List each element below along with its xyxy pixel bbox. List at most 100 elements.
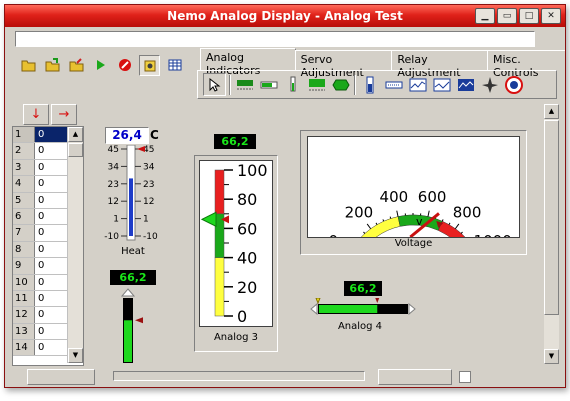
thermo-tick-label-left: 34: [108, 162, 120, 172]
title-bar[interactable]: Nemo Analog Display - Analog Test ▁ ▭ □ …: [5, 5, 565, 27]
main-scroll-up-icon[interactable]: ▲: [544, 104, 559, 119]
thermometer-label: Heat: [121, 246, 145, 257]
voltage-tick: [366, 223, 372, 230]
row-index: 2: [13, 143, 35, 159]
settings-icon[interactable]: [139, 55, 160, 76]
analog3-meter: 100 80 60 40 20 0: [200, 161, 268, 326]
arrow-right-icon[interactable]: →: [51, 104, 77, 125]
panel-icon[interactable]: [306, 74, 327, 95]
progress-bar-icon[interactable]: [258, 74, 279, 95]
maximize-icon[interactable]: □: [519, 8, 539, 24]
tab-servo-adjustment[interactable]: Servo Adjustment: [294, 50, 393, 79]
row-index: 1: [13, 127, 35, 143]
analog3-band: [214, 169, 225, 215]
thermo-tick-label-right: 23: [143, 180, 154, 190]
bottom-button-left[interactable]: [27, 369, 95, 385]
thermometer-unit: C: [150, 128, 159, 142]
voltage-tick: [382, 219, 385, 222]
main-window: Nemo Analog Display - Analog Test ▁ ▭ □ …: [4, 4, 566, 388]
grid-scrollbar[interactable]: ▲ ▼: [67, 127, 83, 363]
row-index: 3: [13, 159, 35, 176]
stop-icon[interactable]: [115, 55, 134, 74]
chart-icon[interactable]: [407, 74, 428, 95]
analog4-lcd: 66,2: [344, 281, 382, 296]
main-scroll-down-icon[interactable]: ▼: [544, 349, 559, 364]
voltage-tick-label: 400: [380, 188, 409, 206]
bar-meter: [120, 288, 143, 363]
thermo-tick-label-right: 12: [143, 197, 154, 207]
thermometer-icon[interactable]: [282, 74, 303, 95]
thermo-tick-label-left: 45: [108, 145, 119, 155]
restore-icon[interactable]: ▭: [497, 8, 517, 24]
bottom-bar: [5, 367, 565, 387]
row-index: 4: [13, 176, 35, 192]
row-index: 10: [13, 274, 35, 290]
vertical-meter-icon[interactable]: [359, 74, 380, 95]
analog3-tick-label: 80: [237, 190, 257, 209]
chart3-icon[interactable]: [455, 74, 476, 95]
grid-scroll-thumb[interactable]: [68, 143, 83, 157]
row-index: 5: [13, 192, 35, 208]
import-icon[interactable]: [67, 55, 86, 74]
bar-meter-lcd: 66,2: [110, 270, 156, 285]
chart2-icon[interactable]: [431, 74, 452, 95]
close-icon[interactable]: ✕: [541, 8, 561, 24]
scroll-up-icon[interactable]: ▲: [68, 127, 83, 142]
voltage-tick-label: 200: [345, 204, 374, 222]
thermometer-readout: 26,4: [105, 127, 149, 144]
analog3-label: Analog 3: [213, 332, 259, 343]
thermo-tick-label-right: 1: [143, 215, 149, 225]
voltage-tick: [460, 231, 463, 234]
minimize-icon[interactable]: ▁: [475, 8, 495, 24]
compass-icon[interactable]: [479, 74, 500, 95]
tab-misc-controls[interactable]: Misc. Controls: [486, 50, 565, 79]
tab-analog-indicators[interactable]: Analog Indicators: [200, 48, 296, 77]
arrow-down-icon[interactable]: ↓: [23, 104, 49, 125]
analog3-panel: 100 80 60 40 20 0 Analog 3: [194, 155, 278, 352]
pointer-icon[interactable]: [203, 73, 226, 96]
row-index: 7: [13, 225, 35, 241]
row-index: 9: [13, 258, 35, 274]
analog3-tick-label: 40: [237, 249, 257, 268]
analog3-tick-label: 0: [237, 307, 247, 326]
main-toolbar: [19, 55, 184, 76]
scroll-down-icon[interactable]: ▼: [68, 348, 83, 363]
open-folder-icon[interactable]: [19, 55, 38, 74]
bottom-checkbox[interactable]: [459, 371, 471, 383]
grid-icon[interactable]: [165, 55, 184, 74]
play-icon[interactable]: [91, 55, 110, 74]
analog3-lcd: 66,2: [214, 134, 256, 149]
main-scrollbar[interactable]: ▲ ▼: [544, 104, 559, 364]
voltage-panel: 02004006008001000 v Voltage: [300, 130, 527, 255]
voltage-tick: [389, 216, 392, 219]
voltage-tick: [375, 222, 378, 225]
thermo-tick-label-left: 12: [108, 197, 119, 207]
thermo-tick-label-right: -10: [143, 232, 158, 242]
thermo-tick-label-left: 23: [108, 180, 119, 190]
voltage-band: [437, 220, 466, 237]
voltage-tick-label: 0: [329, 232, 339, 237]
status-field: [15, 31, 535, 47]
grid-arrow-buttons: ↓ →: [23, 104, 77, 125]
voltage-dial: 02004006008001000 v: [329, 188, 512, 237]
display-canvas: 26,4 C 45 45 34 34 23 23 12 12 1 1 -10 -10 Heat 66,…: [87, 100, 545, 363]
analog4-label: Analog 4: [337, 321, 383, 332]
tab-relay-adjustment[interactable]: Relay Adjustment: [391, 50, 488, 79]
led-icon[interactable]: [330, 74, 351, 95]
row-index: 13: [13, 323, 35, 340]
row-index: 14: [13, 340, 35, 356]
analog3-band: [214, 257, 225, 317]
thermo-tick-label-right: 34: [143, 162, 155, 172]
dial-icon[interactable]: [503, 74, 524, 95]
row-index: 6: [13, 208, 35, 225]
row-index: 12: [13, 307, 35, 323]
value-grid[interactable]: 1 0 2 0 3 0 4 0 5 0 6 0 7 0 8 0 9 0 10 0 11 0 12 0 13 0 14 0 ▲ ▼: [12, 126, 84, 366]
digit-display-icon[interactable]: [234, 74, 255, 95]
thermometer: 45 4534 3423 2312 121 1-10 -10: [104, 145, 158, 242]
main-scroll-thumb[interactable]: [544, 120, 559, 315]
export-icon[interactable]: [43, 55, 62, 74]
row-index: 11: [13, 290, 35, 307]
bottom-button-right[interactable]: [378, 369, 452, 385]
bottom-slider[interactable]: [113, 371, 365, 381]
horizontal-meter-icon[interactable]: [383, 74, 404, 95]
